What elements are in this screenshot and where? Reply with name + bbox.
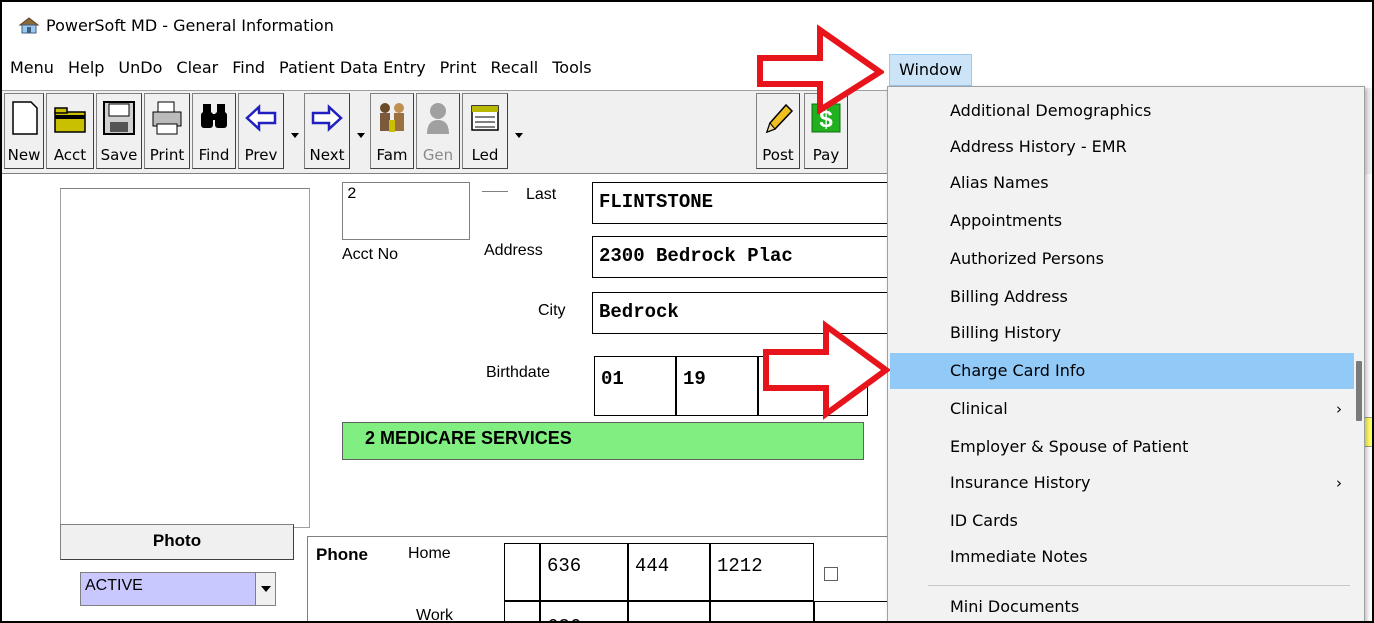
birth-day-input[interactable]: 19 (676, 356, 758, 416)
work-area-input[interactable]: 636 (540, 601, 628, 621)
family-icon (380, 103, 404, 132)
status-select[interactable]: ACTIVE (80, 572, 276, 606)
callout-arrow-window-menu-icon (757, 24, 884, 114)
menu-item-billing-history[interactable]: Billing History (890, 315, 1354, 351)
menu-help[interactable]: Help (61, 54, 111, 84)
find-button[interactable]: Find (192, 93, 236, 169)
floppy-disk-icon (103, 101, 135, 135)
home-phone-prefix-cell[interactable] (504, 543, 540, 601)
menu-clear[interactable]: Clear (169, 54, 225, 84)
title-bar: PowerSoft MD - General Information (2, 2, 1372, 48)
save-button[interactable]: Save (96, 93, 142, 169)
led-button[interactable]: Led (462, 93, 508, 169)
acct-button[interactable]: Acct (46, 93, 94, 169)
right-arrow-icon (311, 104, 343, 132)
app-window: PowerSoft MD - General Information Menu … (0, 0, 1374, 623)
menu-item-appointments[interactable]: Appointments (890, 203, 1354, 239)
menu-item-alias-names[interactable]: Alias Names (890, 165, 1354, 201)
work-phone-prefix-cell[interactable] (504, 601, 540, 621)
menu-item-clinical[interactable]: Clinical › (890, 391, 1354, 427)
binoculars-icon (201, 104, 227, 128)
menu-bar: Menu Help UnDo Clear Find Patient Data E… (2, 54, 1372, 86)
phone-label: Phone (316, 545, 368, 564)
acct-no-input[interactable]: 2 (342, 182, 470, 240)
acct-dash (482, 191, 508, 192)
print-button[interactable]: Print (144, 93, 190, 169)
printer-icon (152, 101, 182, 135)
house-icon (18, 17, 40, 34)
next-button[interactable]: Next (304, 93, 350, 169)
folder-icon (54, 107, 86, 133)
work-label: Work (416, 607, 454, 623)
acct-no-label: Acct No (342, 246, 399, 263)
ledger-icon (471, 105, 499, 131)
home-area-input[interactable]: 636 (540, 543, 628, 601)
birthdate-label: Birthdate (486, 364, 551, 381)
menu-item-id-cards[interactable]: ID Cards (890, 503, 1354, 539)
menu-find[interactable]: Find (225, 54, 272, 84)
menu-item-additional-demographics[interactable]: Additional Demographics (890, 93, 1354, 129)
callout-arrow-charge-card-icon (763, 320, 890, 420)
window-menu-dropdown: Additional Demographics Address History … (887, 86, 1365, 621)
window-title: PowerSoft MD - General Information (46, 15, 334, 35)
last-name-input[interactable]: FLINTSTONE (592, 182, 892, 224)
work-ext-input[interactable] (814, 601, 894, 621)
left-arrow-icon (245, 104, 277, 132)
next-dropdown-arrow[interactable] (354, 93, 368, 169)
home-label: Home (408, 545, 451, 562)
menu-tools[interactable]: Tools (545, 54, 598, 84)
work-line-input[interactable] (710, 601, 814, 621)
menu-menu[interactable]: Menu (2, 54, 61, 84)
work-prefix-input[interactable] (628, 601, 710, 621)
phone-section: Phone Home Work 636 444 1212 636 (307, 536, 927, 623)
patient-photo-area (60, 188, 310, 528)
menu-recall[interactable]: Recall (483, 54, 545, 84)
last-label: Last (526, 186, 557, 203)
menu-item-employer-spouse[interactable]: Employer & Spouse of Patient (890, 429, 1354, 465)
new-document-icon (12, 101, 38, 135)
menu-patient-data-entry[interactable]: Patient Data Entry (272, 54, 433, 84)
menu-window[interactable]: Window (889, 54, 973, 86)
address-input[interactable]: 2300 Bedrock Plac (592, 236, 892, 278)
prev-button[interactable]: Prev (238, 93, 284, 169)
home-phone-checkbox[interactable] (824, 567, 838, 581)
menu-item-mini-documents[interactable]: Mini Documents (890, 589, 1354, 621)
menu-item-charge-card-info[interactable]: Charge Card Info (890, 353, 1354, 389)
menu-item-billing-address[interactable]: Billing Address (890, 279, 1354, 315)
person-bust-icon (427, 103, 449, 134)
status-value: ACTIVE (85, 577, 143, 594)
gen-button[interactable]: Gen (416, 93, 460, 169)
menu-item-insurance-history[interactable]: Insurance History › (890, 465, 1354, 501)
birth-month-input[interactable]: 01 (594, 356, 676, 416)
submenu-chevron-icon: › (1336, 400, 1342, 418)
menu-scrollbar-thumb[interactable] (1356, 361, 1362, 421)
address-label: Address (484, 242, 543, 259)
status-dropdown-arrow[interactable] (255, 573, 275, 605)
insurance-banner: 2 MEDICARE SERVICES (342, 422, 864, 460)
menu-scrollbar[interactable] (1355, 89, 1363, 621)
prev-dropdown-arrow[interactable] (288, 93, 302, 169)
menu-separator (928, 585, 1350, 586)
submenu-chevron-icon: › (1336, 474, 1342, 492)
menu-item-authorized-persons[interactable]: Authorized Persons (890, 241, 1354, 277)
menu-item-address-history-emr[interactable]: Address History - EMR (890, 129, 1354, 165)
home-line-input[interactable]: 1212 (710, 543, 814, 601)
new-button[interactable]: New (4, 93, 44, 169)
city-label: City (538, 302, 566, 319)
led-dropdown-arrow[interactable] (512, 93, 526, 169)
menu-undo[interactable]: UnDo (111, 54, 169, 84)
photo-button[interactable]: Photo (60, 524, 294, 560)
menu-print[interactable]: Print (433, 54, 484, 84)
home-prefix-input[interactable]: 444 (628, 543, 710, 601)
fam-button[interactable]: Fam (370, 93, 414, 169)
menu-item-immediate-notes[interactable]: Immediate Notes (890, 539, 1354, 575)
